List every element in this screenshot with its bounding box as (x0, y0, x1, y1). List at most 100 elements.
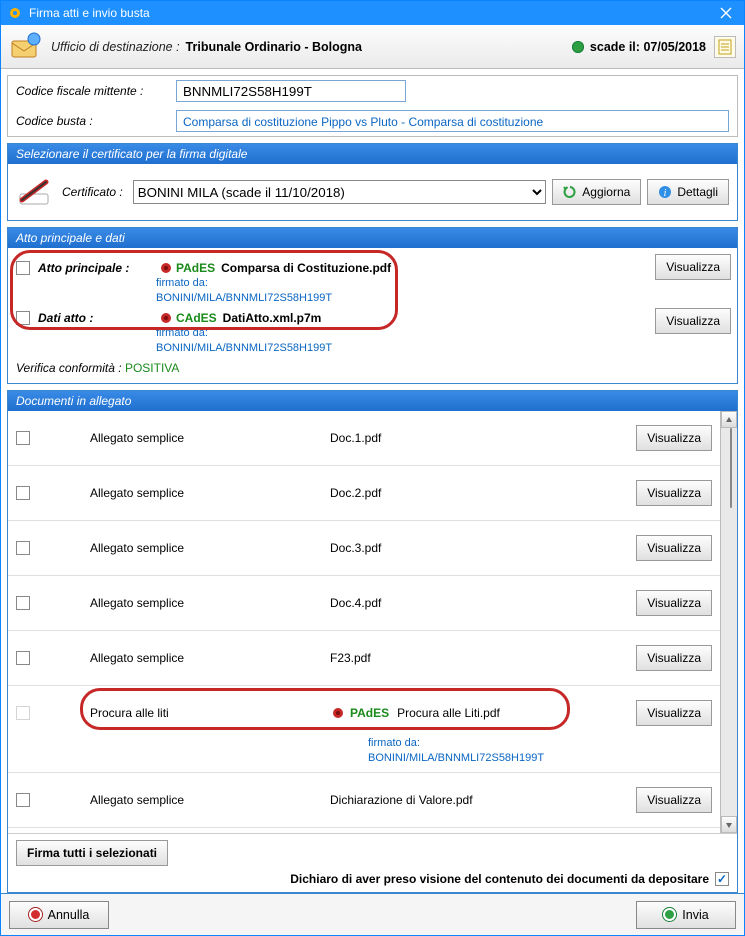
visualizza-button[interactable]: Visualizza (636, 535, 712, 561)
gear-icon (7, 5, 23, 21)
allegati-list: Allegato semplice Doc.1.pdf Visualizza A… (8, 411, 720, 833)
cades-label: CAdES (176, 311, 217, 325)
pades-label: PAdES (176, 261, 215, 275)
allegato-checkbox[interactable] (16, 706, 30, 720)
visualizza-button[interactable]: Visualizza (636, 480, 712, 506)
certificate-panel-title: Selezionare il certificato per la firma … (8, 144, 737, 164)
visualizza-button[interactable]: Visualizza (636, 590, 712, 616)
allegato-checkbox[interactable] (16, 793, 30, 807)
visualizza-button[interactable]: Visualizza (636, 425, 712, 451)
pades-label: PAdES (350, 706, 389, 720)
allegato-type: Allegato semplice (90, 541, 330, 555)
certificate-panel: Selezionare il certificato per la firma … (7, 143, 738, 221)
allegato-filename: Doc.1.pdf (330, 431, 630, 445)
envelope-icon (9, 30, 43, 64)
close-button[interactable] (712, 3, 740, 23)
document-icon[interactable] (714, 36, 736, 58)
refresh-icon (563, 185, 577, 199)
verifica-value: POSITIVA (125, 361, 179, 375)
allegati-panel: Documenti in allegato Allegato semplice … (7, 390, 738, 893)
allegato-row: Allegato semplice Dichiarazione di Valor… (8, 772, 720, 828)
cf-input[interactable] (176, 80, 406, 102)
window-frame: Firma atti e invio busta Ufficio di dest… (0, 0, 745, 936)
allegato-filename: Doc.2.pdf (330, 486, 630, 500)
visualizza-button[interactable]: Visualizza (636, 787, 712, 813)
allegato-type: Allegato semplice (90, 651, 330, 665)
scroll-thumb[interactable] (730, 428, 732, 508)
atto-panel-title: Atto principale e dati (8, 228, 737, 248)
certificate-select[interactable]: BONINI MILA (scade il 11/10/2018) (133, 180, 547, 204)
destination-value: Tribunale Ordinario - Bologna (186, 40, 362, 54)
verifica-label: Verifica conformità : (16, 361, 122, 375)
firma-tutti-button[interactable]: Firma tutti i selezionati (16, 840, 168, 866)
allegato-row: Allegato semplice F23.pdf Visualizza (8, 631, 720, 686)
refresh-button[interactable]: Aggiorna (552, 179, 641, 205)
wax-seal-icon (330, 705, 346, 721)
expire-text: scade il: 07/05/2018 (590, 40, 706, 54)
allegato-checkbox[interactable] (16, 651, 30, 665)
allegato-type: Allegato semplice (90, 793, 330, 807)
scrollbar[interactable] (720, 411, 737, 833)
atto-signer: BONINI/MILA/BNNMLI72S58H199T (156, 292, 332, 304)
send-button[interactable]: Invia (636, 901, 736, 929)
visualizza-button[interactable]: Visualizza (636, 645, 712, 671)
title-bar: Firma atti e invio busta (1, 1, 744, 25)
atto-panel: Atto principale e dati Atto principale :… (7, 227, 738, 384)
details-button[interactable]: i Dettagli (647, 179, 729, 205)
dati-atto-checkbox[interactable] (16, 311, 30, 325)
signature-pen-icon (16, 174, 52, 210)
wax-seal-icon (158, 310, 174, 326)
atto-principale-filename: Comparsa di Costituzione.pdf (221, 261, 391, 275)
allegato-type: Allegato semplice (90, 486, 330, 500)
scroll-down-icon[interactable] (721, 816, 737, 833)
allegati-panel-title: Documenti in allegato (8, 391, 737, 411)
allegato-checkbox[interactable] (16, 486, 30, 500)
scroll-up-icon[interactable] (721, 411, 737, 428)
busta-value: Comparsa di costituzione Pippo vs Pluto … (176, 110, 729, 132)
window-title: Firma atti e invio busta (29, 6, 712, 20)
visualizza-button[interactable]: Visualizza (636, 700, 712, 726)
destination-label: Ufficio di destinazione : (51, 40, 180, 54)
dati-atto-filename: DatiAtto.xml.p7m (223, 311, 322, 325)
allegato-filename: Dichiarazione di Valore.pdf (330, 793, 630, 807)
allegato-type: Allegato semplice (90, 431, 330, 445)
allegato-row: Allegato semplice Doc.3.pdf Visualizza (8, 521, 720, 576)
allegato-row-procura: Procura alle liti PAdES Procura alle Lit… (8, 686, 720, 734)
allegato-row: Allegato semplice Doc.2.pdf Visualizza (8, 466, 720, 521)
info-icon: i (658, 185, 672, 199)
mittente-panel: Codice fiscale mittente : Codice busta :… (7, 75, 738, 137)
allegato-type: Procura alle liti (90, 706, 330, 720)
allegato-filename: PAdES Procura alle Liti.pdf (330, 705, 630, 721)
visualizza-atto-principale[interactable]: Visualizza (655, 254, 731, 280)
allegato-type: Allegato semplice (90, 596, 330, 610)
busta-label: Codice busta : (16, 114, 176, 128)
atto-principale-checkbox[interactable] (16, 261, 30, 275)
declare-label: Dichiaro di aver preso visione del conte… (290, 872, 709, 886)
allegato-row: Allegato semplice Doc.4.pdf Visualizza (8, 576, 720, 631)
declare-checkbox[interactable]: ✓ (715, 872, 729, 886)
svg-text:i: i (664, 188, 667, 199)
allegato-filename: F23.pdf (330, 651, 630, 665)
allegato-checkbox[interactable] (16, 596, 30, 610)
dati-atto-label: Dati atto : (38, 311, 158, 325)
firmato-da-label: firmato da: (156, 327, 208, 339)
dati-signer: BONINI/MILA/BNNMLI72S58H199T (156, 342, 332, 354)
certificate-label: Certificato : (62, 185, 123, 199)
firmato-da-label: firmato da: (156, 277, 208, 289)
visualizza-dati-atto[interactable]: Visualizza (655, 308, 731, 334)
allegato-checkbox[interactable] (16, 541, 30, 555)
cancel-icon (29, 908, 42, 921)
cf-label: Codice fiscale mittente : (16, 84, 176, 98)
action-bar: Annulla Invia (1, 893, 744, 935)
ok-icon (663, 908, 676, 921)
allegato-signer: firmato da: BONINI/MILA/BNNMLI72S58H199T (8, 734, 720, 772)
atto-principale-label: Atto principale : (38, 261, 158, 275)
status-ok-icon (572, 41, 584, 53)
allegato-filename: Doc.3.pdf (330, 541, 630, 555)
allegato-filename: Doc.4.pdf (330, 596, 630, 610)
destination-bar: Ufficio di destinazione : Tribunale Ordi… (1, 25, 744, 69)
wax-seal-icon (158, 260, 174, 276)
allegato-checkbox[interactable] (16, 431, 30, 445)
cancel-button[interactable]: Annulla (9, 901, 109, 929)
allegato-row: Allegato semplice Doc.1.pdf Visualizza (8, 411, 720, 466)
